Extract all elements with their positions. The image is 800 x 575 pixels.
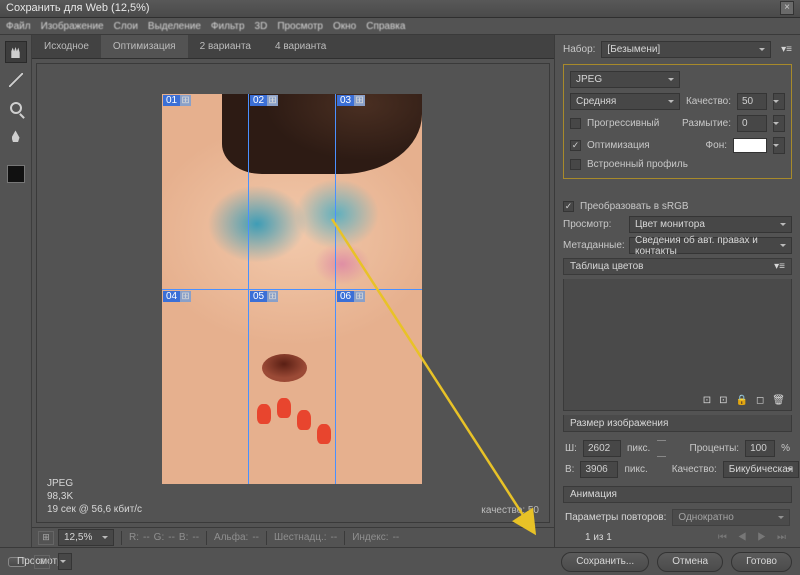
image-preview [162,94,422,484]
preview-select[interactable]: Цвет монитора [629,216,792,233]
tool-column [0,35,32,547]
quality-readout: качество: 50 [481,505,539,516]
eyedropper-icon [12,130,20,142]
color-table-header[interactable]: Таблица цветов▾≡ [563,258,792,275]
browser-icon[interactable]: ⊕ [34,555,50,569]
matte-dropdown[interactable] [773,137,785,154]
menu-image[interactable]: Изображение [41,21,104,32]
tab-original[interactable]: Исходное [32,35,101,58]
menu-layers[interactable]: Слои [114,21,138,32]
eyedropper-tool[interactable] [5,125,27,147]
quality-preset-select[interactable]: Средняя [570,93,680,110]
hand-tool[interactable] [5,41,27,63]
slice-tool[interactable] [5,69,27,91]
menu-select[interactable]: Выделение [148,21,201,32]
quality-input[interactable] [737,93,767,110]
titlebar: Сохранить для Web (12,5%) × [0,0,800,18]
height-input[interactable] [580,461,618,478]
map-icon[interactable]: ⊡ [719,395,727,406]
tab-2up[interactable]: 2 варианта [188,35,263,58]
wand-icon [9,73,23,87]
menu-filter[interactable]: Фильтр [211,21,245,32]
new-icon[interactable]: ◻ [756,395,764,406]
color-table: ⊡ ⊡ 🔒 ◻ 🗑 [563,279,792,411]
progressive-checkbox[interactable] [570,118,581,129]
preview-button[interactable]: Просмотр... [8,557,26,567]
resample-select[interactable]: Бикубическая [723,461,799,478]
browser-dropdown[interactable] [58,553,72,570]
tab-4up[interactable]: 4 варианта [263,35,338,58]
playback-controls: ⏮ ◀ ▶ ⏭ [718,532,790,543]
menubar: Файл Изображение Слои Выделение Фильтр 3… [0,18,800,36]
view-tabs: Исходное Оптимизация 2 варианта 4 вариан… [32,35,554,59]
matte-color[interactable] [733,138,767,153]
window-title: Сохранить для Web (12,5%) [6,2,150,14]
close-icon[interactable]: × [780,1,794,15]
menu-window[interactable]: Окно [333,21,356,32]
width-input[interactable] [583,440,621,457]
quality-slider-toggle[interactable] [773,93,785,110]
format-select[interactable]: JPEG [570,71,680,88]
zoom-icon [10,102,22,114]
percent-input[interactable] [745,440,775,457]
zoom-tool[interactable] [5,97,27,119]
format-group: JPEG Средняя Качество: Прогрессивный Раз… [563,64,792,179]
done-button[interactable]: Готово [731,552,792,572]
embed-profile-checkbox[interactable] [570,159,581,170]
hand-icon [9,46,23,58]
cancel-button[interactable]: Отмена [657,552,723,572]
slice-info: JPEG 98,3K 19 сек @ 56,6 кбит/с [47,477,142,516]
srgb-checkbox[interactable] [563,201,574,212]
preset-label: Набор: [563,44,595,55]
menu-3d[interactable]: 3D [255,21,268,32]
link-icon[interactable] [657,440,666,457]
save-button[interactable]: Сохранить... [561,552,649,572]
blur-slider-toggle[interactable] [773,115,785,132]
panel-menu-icon[interactable]: ▾≡ [781,44,792,55]
grid-icon[interactable]: ⊞ [38,531,54,545]
footer: Просмотр... ⊕ Сохранить... Отмена Готово [0,547,800,575]
lock-icon[interactable]: ⊡ [703,395,711,406]
lock2-icon[interactable]: 🔒 [736,395,748,406]
blur-input[interactable] [737,115,767,132]
zoom-select[interactable]: 12,5% [58,529,114,546]
optimize-checkbox[interactable] [570,140,581,151]
statusbar: ⊞ 12,5% R:-- G:-- B:-- Альфа:-- Шестнадц… [32,527,554,547]
trash-icon[interactable]: 🗑 [772,395,785,406]
color-swatch[interactable] [7,165,25,183]
menu-file[interactable]: Файл [6,21,31,32]
animation-header: Анимация [563,486,792,503]
preset-select[interactable]: [Безымени] [601,41,771,58]
metadata-select[interactable]: Сведения об авт. правах и контакты [629,237,792,254]
preview-canvas[interactable]: 01⊞ 02⊞ 03⊞ 04⊞ 05⊞ 06⊞ JPEG 98,3K 19 се… [36,63,550,523]
menu-help[interactable]: Справка [366,21,405,32]
tab-optimized[interactable]: Оптимизация [101,35,188,58]
repeat-select: Однократно [672,509,790,526]
menu-view[interactable]: Просмотр [277,21,323,32]
image-size-header: Размер изображения [563,415,792,432]
